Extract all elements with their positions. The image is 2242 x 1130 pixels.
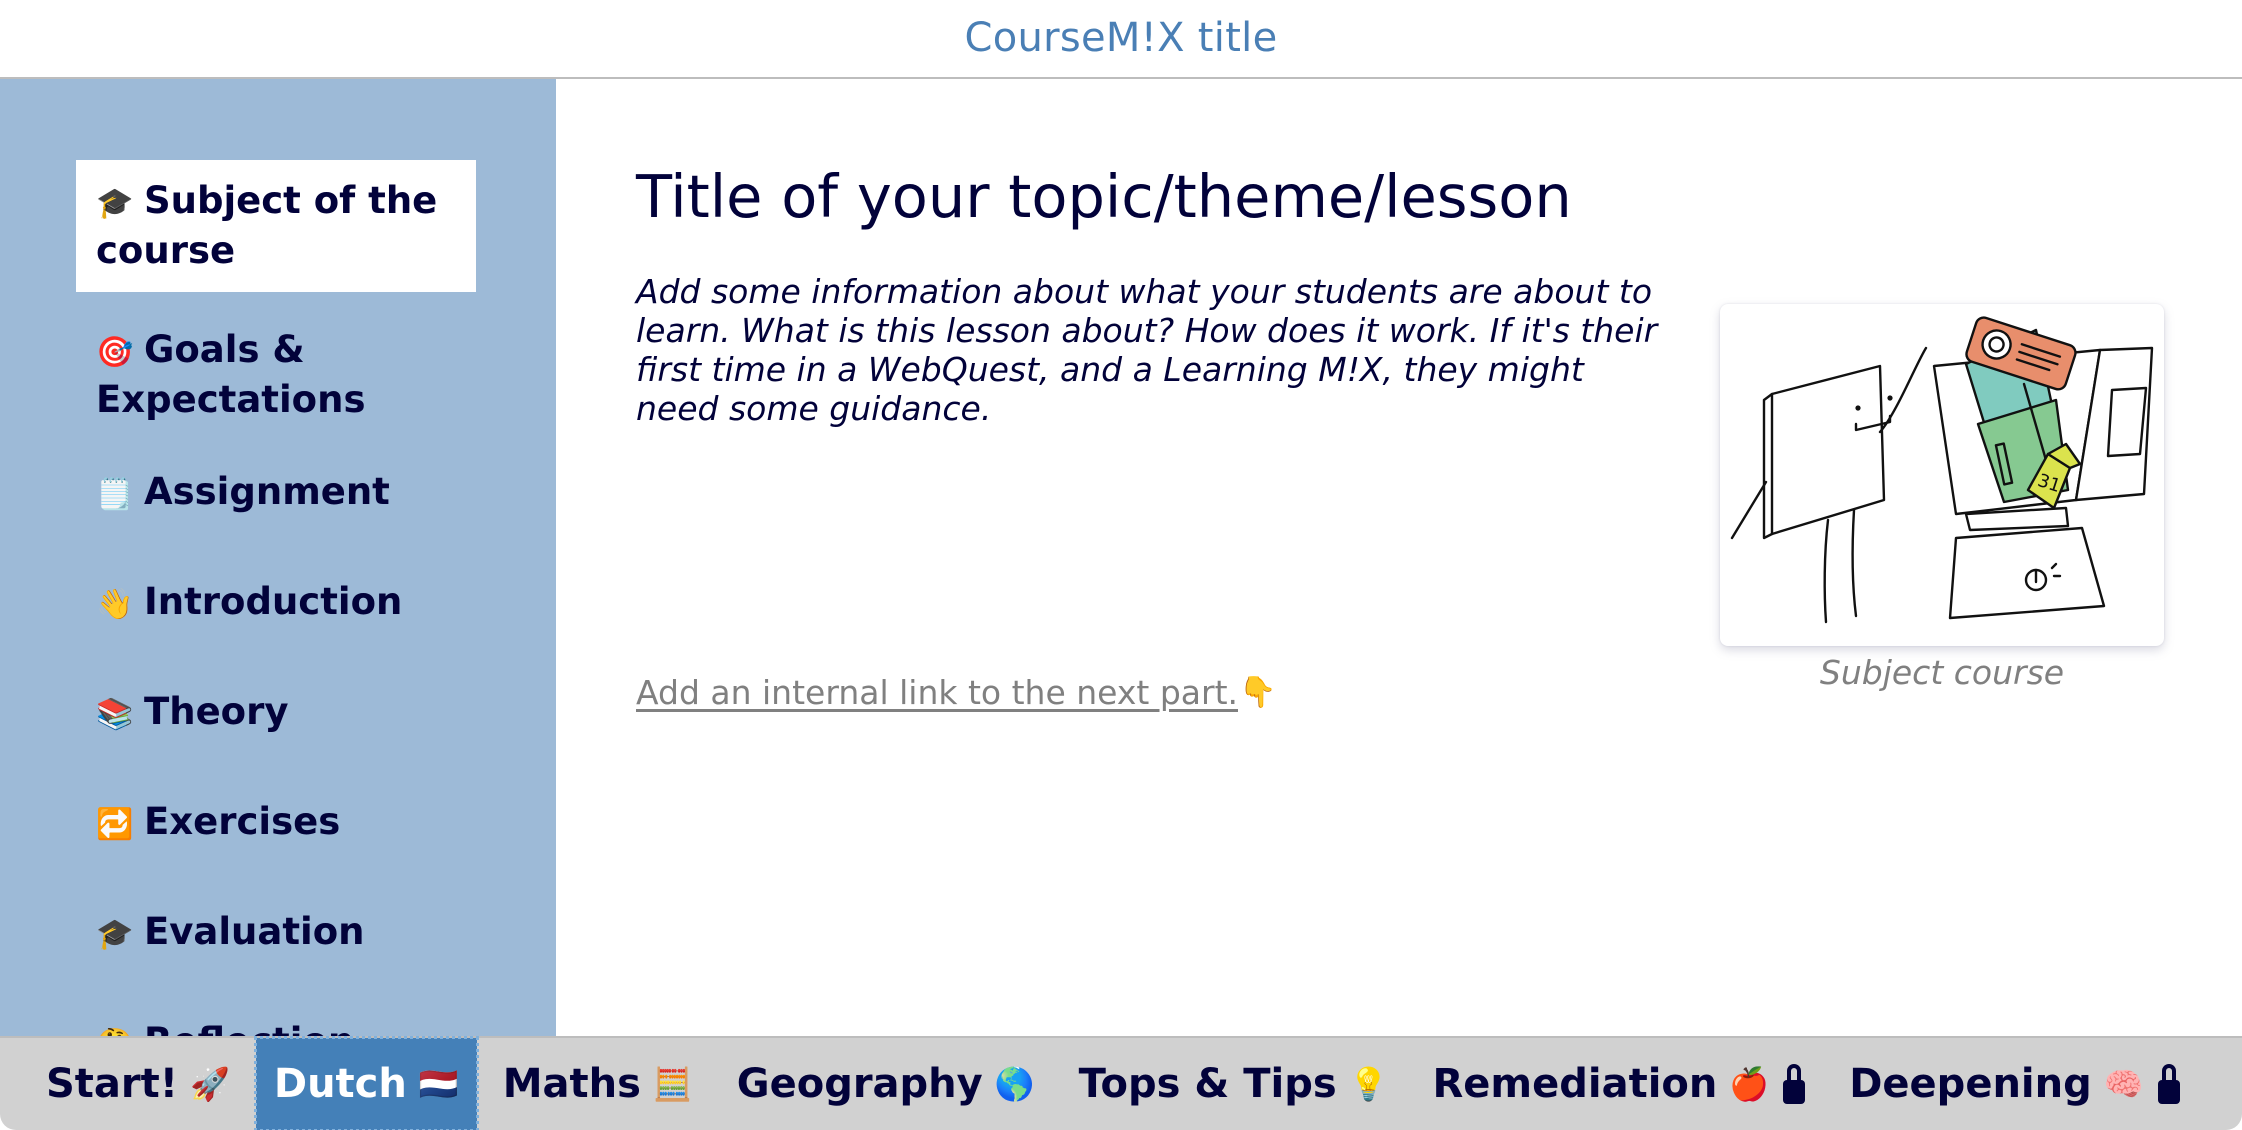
header: CourseM!X title [0, 0, 2242, 79]
target-icon: 🎯 [96, 335, 134, 370]
sidebar-item-exercises[interactable]: 🔁 Exercises [76, 788, 476, 858]
sidebar-item-theory[interactable]: 📚 Theory [76, 678, 476, 748]
page-title: Title of your topic/theme/lesson [636, 162, 1572, 231]
tab-label: Geography [736, 1061, 983, 1107]
course-title: CourseM!X title [964, 14, 1278, 61]
pointing-down-icon: 👇 [1239, 675, 1277, 710]
intro-paragraph: Add some information about what your stu… [636, 272, 1658, 428]
waving-hand-icon: 👋 [96, 587, 134, 622]
sidebar-item-assignment[interactable]: 🗒️ Assignment [76, 458, 476, 528]
brain-icon: 🧠 [2103, 1065, 2144, 1103]
figure-caption: Subject course [1819, 653, 2065, 692]
sidebar-item-label: Theory [144, 690, 289, 733]
tab-label: Start! [46, 1061, 179, 1107]
graduation-cap-icon: 🎓 [96, 186, 134, 221]
tab-tops-and-tips[interactable]: Tops & Tips 💡 [1061, 1038, 1407, 1130]
lock-icon [1783, 1064, 1806, 1104]
subject-illustration: 31 [1720, 304, 2164, 646]
blender-illustration: 31 [1730, 316, 2154, 624]
next-part-link[interactable]: Add an internal link to the next part. [636, 673, 1238, 713]
rocket-icon: 🚀 [190, 1065, 230, 1103]
sidebar-item-label: Evaluation [144, 910, 365, 953]
sidebar-item-goals-expectations[interactable]: 🎯 Goals & Expectations [76, 309, 476, 441]
repeat-icon: 🔁 [96, 807, 134, 842]
sidebar-item-introduction[interactable]: 👋 Introduction [76, 568, 476, 638]
tab-remediation[interactable]: Remediation 🍎 [1415, 1038, 1824, 1130]
tab-start[interactable]: Start! 🚀 [28, 1038, 248, 1130]
apple-icon: 🍎 [1729, 1065, 1770, 1103]
sidebar: 🎓 Subject of the course 🎯 Goals & Expectat… [0, 79, 556, 1063]
tab-maths[interactable]: Maths 🧮 [485, 1038, 711, 1130]
lock-icon [2157, 1064, 2180, 1104]
sidebar-item-label: Subject of the course [96, 179, 438, 272]
notepad-icon: 🗒️ [96, 477, 134, 512]
sidebar-item-label: Exercises [144, 800, 341, 843]
tab-label: Deepening [1849, 1061, 2092, 1107]
tab-deepening[interactable]: Deepening 🧠 [1831, 1038, 2197, 1130]
netherlands-flag-icon: 🇳🇱 [418, 1065, 459, 1103]
sidebar-list: 🎓 Subject of the course 🎯 Goals & Expectat… [76, 160, 476, 1118]
books-icon: 📚 [96, 697, 134, 732]
tab-dutch[interactable]: Dutch 🇳🇱 [253, 1036, 479, 1130]
sidebar-item-label: Assignment [144, 470, 390, 513]
sidebar-item-evaluation[interactable]: 🎓 Evaluation [76, 898, 476, 968]
sidebar-item-subject-of-the-course[interactable]: 🎓 Subject of the course [76, 160, 476, 292]
subject-tab-bar: Start! 🚀 Dutch 🇳🇱 Maths 🧮 Geography 🌎 To… [0, 1036, 2242, 1130]
sidebar-item-label: Introduction [144, 580, 403, 623]
tab-label: Remediation [1432, 1061, 1718, 1107]
tab-label: Dutch [273, 1061, 407, 1107]
globe-icon: 🌎 [994, 1065, 1035, 1103]
tab-geography[interactable]: Geography 🌎 [719, 1038, 1053, 1130]
abacus-icon: 🧮 [652, 1065, 693, 1103]
graduation-cap-icon: 🎓 [96, 917, 134, 952]
main-content: Title of your topic/theme/lesson Add som… [556, 79, 2242, 1036]
tab-label: Maths [502, 1061, 641, 1107]
tab-label: Tops & Tips [1078, 1061, 1337, 1107]
light-bulb-icon: 💡 [1348, 1065, 1389, 1103]
